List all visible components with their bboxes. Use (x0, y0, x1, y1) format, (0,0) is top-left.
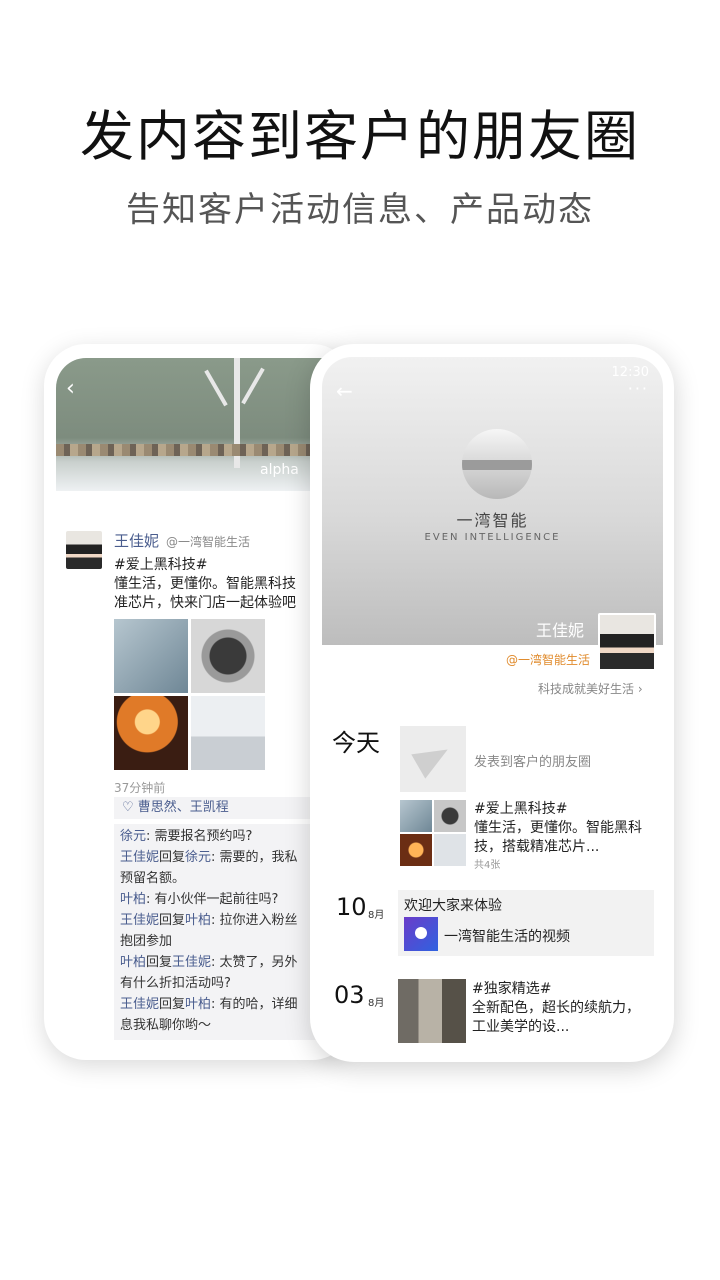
profile-album-phone: 12:30 ← ··· 一湾智能 EVEN INTELLIGENCE 王佳妮 @… (310, 344, 674, 1062)
post-image-thermostat[interactable] (191, 619, 265, 693)
post-time: 37分钟前 (114, 781, 166, 795)
reply-word: 回复 (159, 997, 186, 1012)
commenter-name[interactable]: 叶柏 (120, 955, 146, 970)
profile-cover: 12:30 ← ··· 一湾智能 EVEN INTELLIGENCE 王佳妮 (322, 357, 663, 645)
commenter-name[interactable]: 徐元 (120, 829, 146, 844)
image-count: 共4张 (474, 860, 501, 871)
thumb-image (400, 834, 432, 866)
post-line: 懂生活，更懂你。智能黑科 (474, 820, 642, 836)
more-icon[interactable]: ··· (628, 379, 649, 398)
post-line: #爱上黑科技# (474, 801, 568, 817)
comment-text: 息我私聊你哟～ (120, 1018, 212, 1033)
reply-target-name[interactable]: 徐元 (185, 850, 211, 865)
brand-logo-band (462, 460, 532, 470)
post-image-interior[interactable] (398, 979, 466, 1043)
page-subheadline: 告知客户活动信息、产品动态 (126, 190, 594, 230)
post-line: 全新配色，超长的续航力， (472, 1000, 640, 1016)
post-image-smart-home[interactable] (114, 619, 188, 693)
reply-word: 回复 (159, 850, 186, 865)
post-author[interactable]: 王佳妮 (114, 530, 159, 551)
brand-logo-icon (462, 429, 532, 499)
profile-handle[interactable]: @一湾智能生活 (506, 651, 590, 668)
moments-feed-screen: ‹ alpha 王佳妮 @一湾智能生活 #爱上黑科技# 懂生活，更懂你。智能黑科… (56, 358, 352, 1043)
video-post-title: 欢迎大家来体验 (404, 898, 502, 914)
back-icon[interactable]: ‹ (66, 376, 75, 401)
entry-day: 10 (336, 893, 367, 921)
post-line: #独家精选# (472, 981, 552, 997)
reply-target-name[interactable]: 王佳妮 (172, 955, 211, 970)
thumb-image (434, 834, 466, 866)
comment-text: : 需要报名预约吗? (146, 829, 253, 844)
comment-text: : 拉你进入粉丝 (211, 913, 298, 928)
comment-text: 抱团参加 (120, 934, 173, 949)
commenter-name[interactable]: 王佳妮 (120, 997, 159, 1012)
reply-word: 回复 (159, 913, 186, 928)
brand-name: 一湾智能 (456, 511, 529, 530)
video-post[interactable]: 欢迎大家来体验 一湾智能生活的视频 (398, 890, 654, 956)
cover-tag: alpha (260, 462, 299, 478)
profile-name: 王佳妮 (536, 621, 585, 640)
album-post-text[interactable]: #爱上黑科技# 懂生活，更懂你。智能黑科 技，搭载精准芯片... (474, 800, 654, 857)
profile-slogan[interactable]: 科技成就美好生活 › (538, 680, 643, 697)
comment-text: : 有的哈，详细 (211, 997, 298, 1012)
commenter-name[interactable]: 叶柏 (120, 892, 146, 907)
today-label: 今天 (332, 729, 380, 757)
comment-text: : 太赞了，另外 (211, 955, 298, 970)
entry-month: 8月 (368, 910, 385, 921)
comment-text: : 需要的，我私 (211, 850, 298, 865)
entry-day: 03 (334, 981, 365, 1009)
cover-branch-left (204, 369, 228, 407)
cover-photo: ‹ alpha (56, 358, 352, 491)
comment-text: : 有小伙伴一起前往吗? (146, 892, 279, 907)
post-author-handle: @一湾智能生活 (166, 535, 251, 549)
brand-name-en: EVEN INTELLIGENCE (424, 532, 561, 543)
post-image-lamp[interactable] (114, 696, 188, 770)
comment-text: 有什么折扣活动吗? (120, 976, 231, 991)
entry-month: 8月 (368, 998, 385, 1009)
commenter-name[interactable]: 王佳妮 (120, 850, 159, 865)
thumb-image (434, 800, 466, 832)
reply-target-name[interactable]: 叶柏 (185, 997, 211, 1012)
reply-word: 回复 (146, 955, 173, 970)
page-headline: 发内容到客户的朋友圈 (80, 105, 640, 168)
post-thumbnail-grid[interactable] (400, 800, 466, 866)
post-line: 工业美学的设... (472, 1019, 570, 1035)
thumb-image (400, 800, 432, 832)
reply-target-name[interactable]: 叶柏 (185, 913, 211, 928)
back-arrow-icon[interactable]: ← (336, 379, 353, 403)
paper-plane-icon (411, 737, 455, 779)
post-line: 技，搭载精准芯片... (474, 839, 600, 855)
publish-label[interactable]: 发表到客户的朋友圈 (474, 751, 591, 770)
profile-avatar[interactable] (598, 613, 656, 671)
post-image-room[interactable] (191, 696, 265, 770)
comment-text: 预留名额。 (120, 871, 186, 886)
moments-feed-phone: ‹ alpha 王佳妮 @一湾智能生活 #爱上黑科技# 懂生活，更懂你。智能黑科… (44, 344, 354, 1060)
album-post-text[interactable]: #独家精选# 全新配色，超长的续航力， 工业美学的设... (472, 980, 658, 1037)
profile-album-screen: 12:30 ← ··· 一湾智能 EVEN INTELLIGENCE 王佳妮 @… (322, 357, 663, 1043)
video-label: 一湾智能生活的视频 (444, 929, 570, 945)
cover-branch-right (241, 367, 265, 405)
post-image-grid (114, 619, 266, 771)
publish-button[interactable] (400, 726, 466, 792)
commenter-name[interactable]: 王佳妮 (120, 913, 159, 928)
video-thumbnail (404, 917, 438, 951)
status-bar-time: 12:30 (611, 365, 649, 380)
play-icon (415, 927, 427, 939)
avatar[interactable] (66, 531, 102, 569)
cover-pebbles (56, 444, 352, 456)
